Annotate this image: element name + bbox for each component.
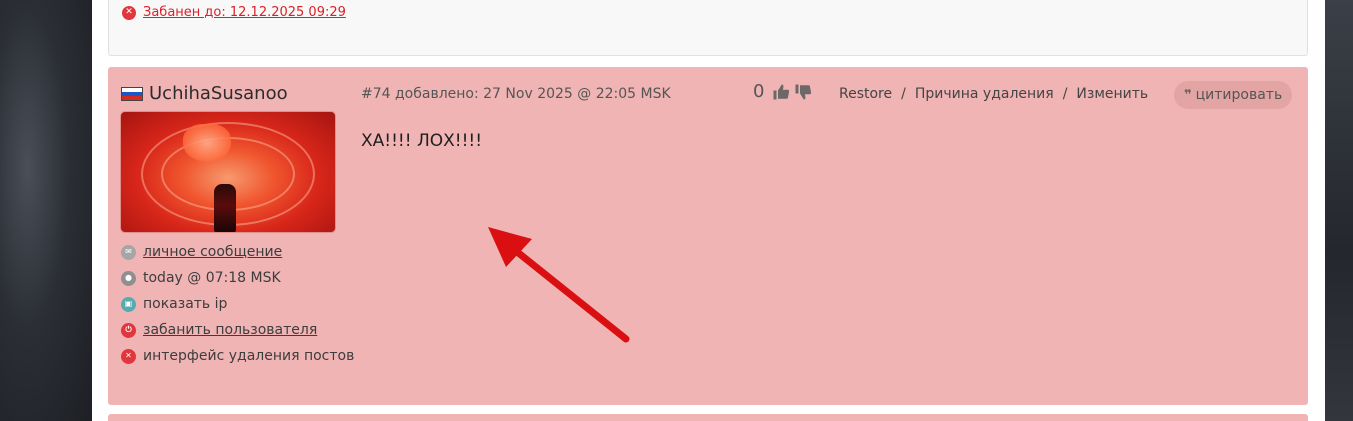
delete-reason-link[interactable]: Причина удаления bbox=[915, 86, 1054, 102]
clock-icon: ● bbox=[121, 270, 136, 286]
separator: / bbox=[1062, 86, 1068, 102]
envelope-icon: ✉ bbox=[121, 244, 136, 260]
last-seen: ● today @ 07:18 MSK bbox=[121, 269, 354, 287]
post-body: ХА!!!! ЛОХ!!!! bbox=[361, 131, 483, 151]
ban-user-link[interactable]: ⏻ забанить пользователя bbox=[121, 321, 354, 339]
background-left bbox=[0, 0, 92, 421]
close-circle-icon: ✕ bbox=[122, 5, 136, 20]
page-content: ✕ Забанен до: 12.12.2025 09:29 UchihaSus… bbox=[92, 0, 1325, 421]
quote-button[interactable]: ❞ цитировать bbox=[1174, 81, 1293, 109]
private-message-label[interactable]: личное сообщение bbox=[143, 244, 282, 260]
author-name[interactable]: UchihaSusanoo bbox=[149, 83, 288, 104]
user-actions: ✉ личное сообщение ● today @ 07:18 MSK ▣… bbox=[121, 243, 354, 365]
rating-count: 0 bbox=[753, 81, 765, 102]
avatar[interactable] bbox=[121, 112, 335, 232]
last-seen-label: today @ 07:18 MSK bbox=[143, 270, 281, 286]
post-rating: 0 bbox=[753, 81, 812, 102]
private-message-link[interactable]: ✉ личное сообщение bbox=[121, 243, 354, 261]
edit-link[interactable]: Изменить bbox=[1076, 86, 1148, 102]
delete-posts-link[interactable]: ✕ интерфейс удаления постов bbox=[121, 347, 354, 365]
separator: / bbox=[901, 86, 906, 102]
quote-icon: ❞ bbox=[1184, 87, 1192, 103]
post-meta: #74 добавлено: 27 Nov 2025 @ 22:05 MSK bbox=[361, 86, 671, 102]
delete-posts-label[interactable]: интерфейс удаления постов bbox=[143, 348, 354, 364]
quote-label: цитировать bbox=[1195, 87, 1283, 103]
next-post-card bbox=[108, 414, 1308, 421]
background-right bbox=[1325, 0, 1353, 421]
show-ip-label[interactable]: показать ip bbox=[143, 296, 227, 312]
monitor-icon: ▣ bbox=[121, 296, 136, 312]
ru-flag-icon bbox=[121, 86, 143, 101]
show-ip-link[interactable]: ▣ показать ip bbox=[121, 295, 354, 313]
restore-link[interactable]: Restore bbox=[839, 86, 892, 102]
post-author: UchihaSusanoo bbox=[121, 83, 288, 104]
moderation-actions: Restore / Причина удаления / Изменить bbox=[839, 86, 1148, 102]
power-icon: ⏻ bbox=[121, 322, 136, 338]
red-arrow-annotation bbox=[488, 227, 630, 343]
ban-user-label[interactable]: забанить пользователя bbox=[143, 322, 317, 338]
avatar-face bbox=[183, 124, 231, 162]
post-card: UchihaSusanoo ✉ личное сообщение ● today… bbox=[108, 67, 1308, 405]
avatar-figure bbox=[214, 184, 236, 232]
previous-post-card: ✕ Забанен до: 12.12.2025 09:29 bbox=[108, 0, 1308, 56]
thumbs-down-icon[interactable] bbox=[794, 83, 812, 101]
ban-status: ✕ Забанен до: 12.12.2025 09:29 bbox=[122, 5, 346, 20]
close-circle-icon: ✕ bbox=[121, 348, 136, 364]
ban-until-link[interactable]: Забанен до: 12.12.2025 09:29 bbox=[143, 5, 346, 20]
thumbs-up-icon[interactable] bbox=[772, 83, 790, 101]
